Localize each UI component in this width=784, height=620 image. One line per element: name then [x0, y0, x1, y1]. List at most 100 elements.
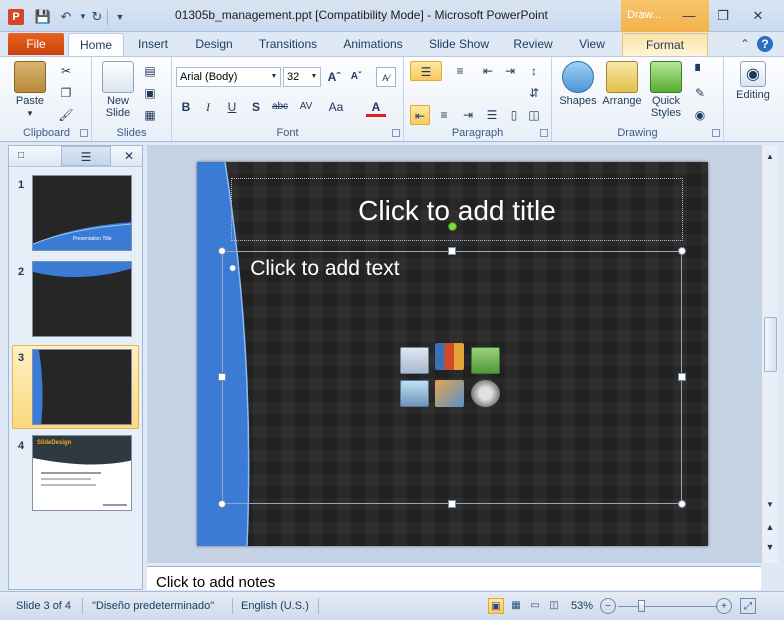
format-painter-icon[interactable]: 🖌 [56, 105, 76, 125]
clear-formatting-icon[interactable]: A⁄ [376, 67, 396, 87]
quick-styles-button[interactable]: Quick Styles [644, 61, 688, 119]
shape-fill-icon[interactable]: ▘ [690, 61, 710, 81]
outline-view-icon[interactable]: ☰ [61, 146, 111, 166]
fit-to-window-icon[interactable]: ⤢ [740, 598, 756, 614]
resize-handle-right[interactable] [678, 373, 686, 381]
title-placeholder[interactable]: Click to add title [231, 178, 683, 241]
underline-icon[interactable]: U [222, 97, 242, 117]
tab-slide-show[interactable]: Slide Show [420, 33, 498, 56]
bold-icon[interactable]: B [176, 97, 196, 117]
columns-icon[interactable]: ▯ [504, 105, 524, 125]
previous-slide-icon[interactable]: ▲ [762, 517, 778, 537]
zoom-slider-track[interactable] [618, 606, 718, 607]
align-left-icon[interactable]: ⇤ [410, 105, 430, 125]
tab-review[interactable]: Review [506, 33, 560, 56]
next-slide-icon[interactable]: ▼ [762, 537, 778, 557]
change-case-icon[interactable]: Aa [326, 97, 346, 117]
customize-qat-icon[interactable]: ▼ [111, 8, 129, 26]
tab-home[interactable]: Home [68, 33, 124, 56]
rotation-handle[interactable] [448, 222, 457, 231]
resize-handle-top-right[interactable] [678, 247, 686, 255]
minimize-ribbon-icon[interactable]: ⌃ [737, 36, 753, 52]
editing-button[interactable]: ◉ Editing [728, 61, 778, 101]
tab-animations[interactable]: Animations [334, 33, 412, 56]
slide-canvas[interactable]: Click to add title • Click to add text [197, 162, 708, 546]
justify-icon[interactable]: ☰ [482, 105, 502, 125]
decrease-indent-icon[interactable]: ⇤ [478, 61, 498, 81]
zoom-out-icon[interactable]: − [600, 598, 616, 614]
content-placeholder[interactable]: • Click to add text [222, 251, 682, 504]
minimize-button[interactable]: — [676, 6, 702, 26]
tab-view[interactable]: View [568, 33, 616, 56]
tab-file[interactable]: File [8, 33, 64, 55]
increase-indent-icon[interactable]: ⇥ [500, 61, 520, 81]
drawing-launcher-icon[interactable] [712, 129, 720, 137]
slide-thumbnail-4[interactable]: SlideDesign [32, 435, 132, 511]
tab-transitions[interactable]: Transitions [250, 33, 326, 56]
section-icon[interactable]: ▦ [140, 105, 160, 125]
undo-icon[interactable]: ↶ [57, 8, 75, 26]
shadow-icon[interactable]: S [246, 97, 266, 117]
scroll-up-icon[interactable]: ▲ [762, 147, 778, 167]
font-color-icon[interactable]: A [366, 97, 386, 117]
help-icon[interactable]: ? [757, 36, 773, 52]
cut-icon[interactable]: ✂ [56, 61, 76, 81]
shape-outline-icon[interactable]: ✎ [690, 83, 710, 103]
save-icon[interactable]: 💾 [34, 8, 52, 26]
insert-picture-icon[interactable] [400, 380, 429, 407]
clipboard-launcher-icon[interactable] [80, 129, 88, 137]
slide-thumbnail-3[interactable] [32, 349, 132, 425]
numbering-icon[interactable]: ≡ [446, 61, 474, 81]
resize-handle-bottom-right[interactable] [678, 500, 686, 508]
resize-handle-bottom-left[interactable] [218, 500, 226, 508]
normal-view-icon[interactable]: ▣ [488, 598, 504, 614]
insert-media-icon[interactable] [471, 380, 500, 407]
paste-button[interactable]: Paste ▼ [8, 61, 52, 119]
powerpoint-app-icon[interactable]: P [8, 9, 24, 25]
italic-icon[interactable]: I [198, 97, 218, 117]
notes-pane[interactable]: Click to add notes [147, 566, 761, 591]
line-spacing-icon[interactable]: ↕ [524, 61, 544, 81]
slide-thumbnail-2[interactable] [32, 261, 132, 337]
font-name-combo[interactable]: Arial (Body) ▼ [176, 67, 281, 87]
restore-button[interactable]: ❐ [710, 6, 736, 26]
slide-show-icon[interactable]: ◫ [546, 598, 562, 614]
insert-table-icon[interactable] [400, 347, 429, 374]
insert-clip-art-icon[interactable] [435, 380, 464, 407]
scroll-down-icon[interactable]: ▼ [762, 495, 778, 515]
tab-format[interactable]: Format [622, 33, 708, 56]
bullets-icon[interactable]: ☰ [410, 61, 442, 81]
close-pane-icon[interactable]: ✕ [119, 146, 139, 166]
shrink-font-icon[interactable]: Aˇ [346, 67, 366, 87]
language-indicator[interactable]: English (U.S.) [241, 600, 309, 612]
insert-chart-icon[interactable] [435, 343, 464, 370]
zoom-in-icon[interactable]: + [716, 598, 732, 614]
resize-handle-left[interactable] [218, 373, 226, 381]
font-launcher-icon[interactable] [392, 129, 400, 137]
character-spacing-icon[interactable]: AV [296, 97, 316, 117]
layout-icon[interactable]: ▤ [140, 61, 160, 81]
reset-icon[interactable]: ▣ [140, 83, 160, 103]
tab-design[interactable]: Design [186, 33, 242, 56]
shapes-button[interactable]: Shapes [556, 61, 600, 107]
convert-to-smartart-icon[interactable]: ◫ [524, 105, 544, 125]
reading-view-icon[interactable]: ▭ [527, 598, 543, 614]
redo-icon[interactable]: ↻ [88, 8, 106, 26]
strikethrough-icon[interactable]: abc [270, 97, 290, 117]
insert-smartart-icon[interactable] [471, 347, 500, 374]
slides-view-icon[interactable]: □ [11, 146, 31, 166]
vertical-scrollbar[interactable]: ▲ ▼ ▲ ▼ [761, 145, 778, 563]
slide-thumbnail-1[interactable]: Presentation Title [32, 175, 132, 251]
arrange-button[interactable]: Arrange [600, 61, 644, 107]
zoom-slider-knob[interactable] [638, 600, 645, 612]
new-slide-button[interactable]: New Slide [96, 61, 140, 119]
shape-effects-icon[interactable]: ◉ [690, 105, 710, 125]
slide-sorter-icon[interactable]: ▦ [508, 598, 524, 614]
zoom-level[interactable]: 53% [571, 600, 593, 612]
align-right-icon[interactable]: ⇥ [458, 105, 478, 125]
copy-icon[interactable]: ❐ [56, 83, 76, 103]
text-direction-icon[interactable]: ⇵ [524, 83, 544, 103]
font-size-combo[interactable]: 32 ▼ [283, 67, 321, 87]
resize-handle-bottom[interactable] [448, 500, 456, 508]
close-button[interactable]: ✕ [745, 6, 771, 26]
